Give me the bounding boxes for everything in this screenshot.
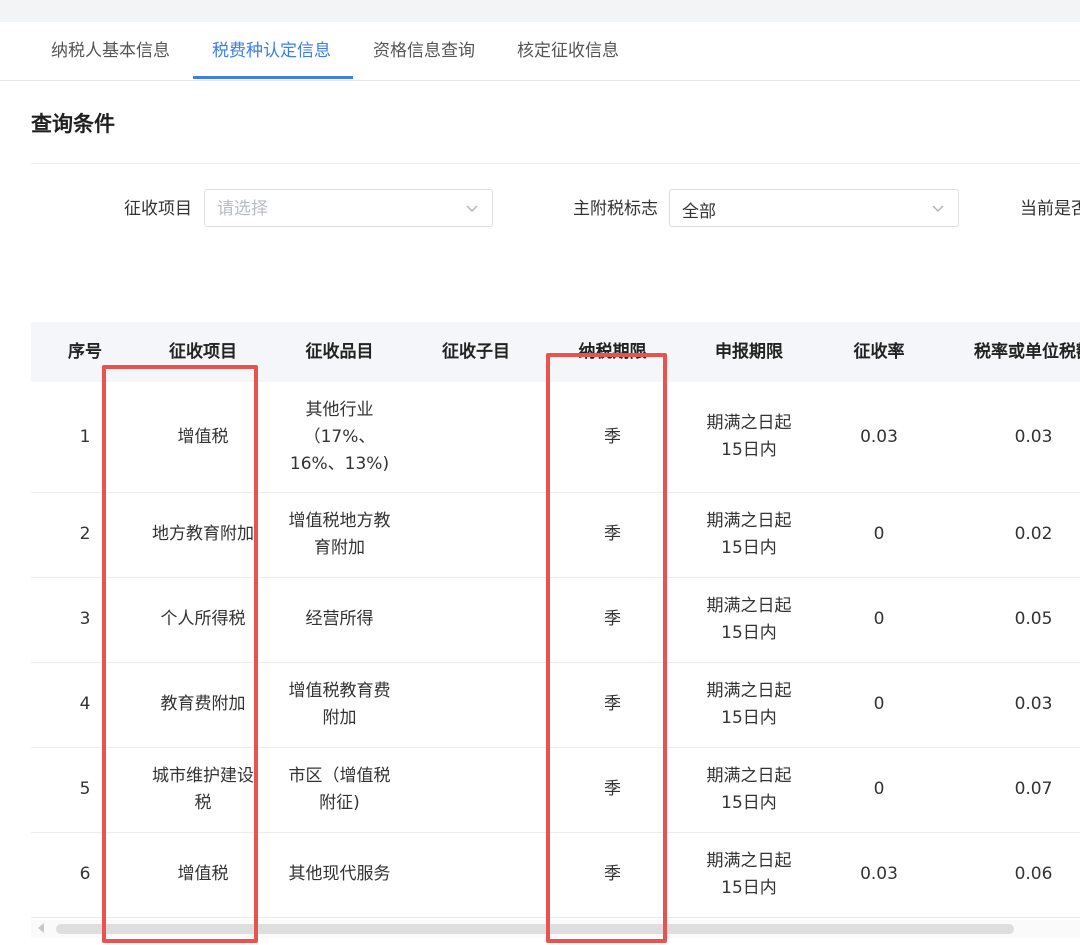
chevron-down-icon [932,205,944,213]
cell-levy-subitem [412,832,540,917]
cell-levy-category: 增值税教育费 附加 [267,662,412,747]
cell-filing-deadline: 期满之日起 15日内 [685,492,813,577]
cell-levy-category-line: 附征) [319,792,360,813]
top-strip [0,0,1080,22]
cell-tax-rate: 0.05 [957,577,1080,662]
cell-tax-rate-text: 0.03 [1014,426,1053,447]
cell-tax-rate-text: 0.05 [1014,609,1053,629]
cell-levy-subitem [412,577,540,662]
col-header-tax-rate[interactable]: 税率或单位税额 [957,322,1080,382]
cell-tax-rate-text: 0.06 [1014,864,1053,884]
cell-index-text: 3 [79,609,91,629]
cell-levy-rate: 0 [813,492,945,577]
highlight-box-tax-period [546,353,667,943]
cell-tax-rate: 0.07 [957,747,1080,832]
cell-filing-deadline-line: 期满之日起 [706,765,792,786]
cell-levy-rate: 0 [813,662,945,747]
tab-taxpayer-info[interactable]: 纳税人基本信息 [51,22,170,80]
cell-levy-category-line: 其他现代服务 [288,864,391,884]
tab-bar: 纳税人基本信息 税费种认定信息 资格信息查询 核定征收信息 [0,22,1080,81]
cell-index-text: 6 [79,864,91,884]
cell-filing-deadline: 期满之日起 15日内 [685,382,813,492]
cell-tax-rate-text: 0.02 [1014,524,1053,544]
levy-item-select[interactable] [204,189,493,228]
cell-tax-rate-text: 0.07 [1014,779,1053,799]
col-header-levy-rate[interactable]: 征收率 [813,322,945,382]
divider [31,163,1080,164]
cell-levy-category-line: 育附加 [314,537,365,558]
cell-tax-rate: 0.03 [957,382,1080,492]
cell-levy-category-line: （17%、 [303,426,376,447]
cell-levy-category-line: 市区（增值税 [288,765,391,786]
tax-flag-select[interactable] [669,189,959,228]
scroll-left-arrow-icon[interactable] [38,923,44,933]
cell-levy-rate-text: 0 [873,779,885,799]
tax-flag-label: 主附税标志 [573,199,658,219]
cell-levy-category-line: 增值税教育费 [288,680,391,701]
tax-flag-input[interactable] [680,190,915,228]
cell-tax-rate: 0.06 [957,832,1080,917]
levy-item-label: 征收项目 [124,199,192,219]
cell-filing-deadline-line: 期满之日起 [706,413,792,433]
cell-levy-rate: 0 [813,747,945,832]
cell-levy-category: 增值税地方教 育附加 [267,492,412,577]
highlight-box-levy-item [102,365,258,943]
cell-levy-subitem [412,382,540,492]
col-header-levy-category[interactable]: 征收品目 [267,322,412,382]
col-header-levy-subitem[interactable]: 征收子目 [412,322,540,382]
current-status-label: 当前是否 [1020,199,1080,219]
cell-levy-category-line: 附加 [322,707,357,728]
cell-filing-deadline-line: 期满之日起 [706,510,792,531]
tab-tax-type-info[interactable]: 税费种认定信息 [212,22,331,80]
cell-levy-category: 经营所得 [267,577,412,662]
col-header-filing-deadline[interactable]: 申报期限 [685,322,813,382]
cell-filing-deadline-line: 15日内 [721,622,777,643]
cell-levy-rate-text: 0 [873,694,885,714]
cell-filing-deadline-line: 15日内 [721,707,777,728]
cell-tax-rate-text: 0.03 [1014,694,1053,714]
cell-levy-rate: 0.03 [813,832,945,917]
cell-levy-rate: 0.03 [813,382,945,492]
cell-levy-category: 市区（增值税 附征) [267,747,412,832]
cell-filing-deadline-line: 期满之日起 [706,680,792,701]
cell-filing-deadline: 期满之日起 15日内 [685,747,813,832]
cell-filing-deadline: 期满之日起 15日内 [685,662,813,747]
tab-qualification-query[interactable]: 资格信息查询 [373,22,475,80]
cell-levy-category: 其他现代服务 [267,832,412,917]
active-tab-indicator [193,76,353,79]
cell-index-text: 4 [79,694,91,714]
cell-levy-rate-text: 0.03 [860,864,898,884]
cell-levy-rate: 0 [813,577,945,662]
cell-index-text: 5 [79,779,91,799]
cell-filing-deadline-line: 期满之日起 [706,595,792,616]
cell-levy-rate-text: 0 [873,524,885,544]
tab-assessed-levy-info[interactable]: 核定征收信息 [517,22,619,80]
cell-index-text: 1 [79,426,91,447]
cell-levy-subitem [412,492,540,577]
cell-levy-category-line: 经营所得 [305,609,374,629]
cell-filing-deadline-line: 15日内 [721,877,777,898]
cell-tax-rate: 0.03 [957,662,1080,747]
cell-filing-deadline-line: 15日内 [721,440,777,460]
cell-levy-subitem [412,747,540,832]
cell-levy-category-line: 其他行业 [305,399,374,420]
chevron-down-icon [466,205,478,213]
cell-levy-category-line: 16%、13%) [289,453,390,474]
cell-filing-deadline-line: 15日内 [721,792,777,813]
cell-levy-rate-text: 0 [873,609,885,629]
cell-levy-subitem [412,662,540,747]
levy-item-input[interactable] [215,190,449,228]
cell-levy-category: 其他行业 （17%、 16%、13%) [267,382,412,492]
cell-tax-rate: 0.02 [957,492,1080,577]
cell-filing-deadline-line: 期满之日起 [706,850,792,871]
cell-filing-deadline-line: 15日内 [721,537,777,558]
section-title: 查询条件 [31,112,115,136]
cell-levy-category-line: 增值税地方教 [288,510,391,531]
cell-filing-deadline: 期满之日起 15日内 [685,832,813,917]
cell-filing-deadline: 期满之日起 15日内 [685,577,813,662]
cell-levy-rate-text: 0.03 [860,426,898,447]
cell-index-text: 2 [79,524,91,544]
